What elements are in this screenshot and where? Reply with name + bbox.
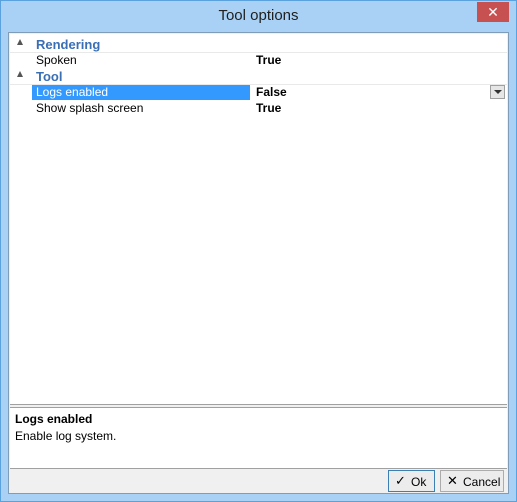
cancel-label: Cancel: [463, 475, 501, 489]
close-button[interactable]: ✕: [477, 2, 509, 22]
description-panel: Logs enabled Enable log system.: [10, 407, 507, 469]
checkmark-icon: ✓: [395, 473, 406, 488]
ok-label: Ok: [411, 475, 427, 489]
dropdown-button[interactable]: [490, 85, 505, 99]
description-text: Enable log system.: [15, 429, 117, 443]
category-label: Tool: [36, 69, 63, 84]
property-value[interactable]: True: [256, 101, 281, 115]
property-row-logs-enabled[interactable]: Logs enabled False: [10, 84, 507, 100]
tool-options-window: Tool options ✕ Rendering Spoken True Too…: [0, 0, 517, 502]
property-name: Show splash screen: [36, 101, 144, 115]
property-grid: Rendering Spoken True Tool Logs enabled …: [10, 34, 507, 405]
close-icon: ✕: [487, 4, 499, 20]
category-tool[interactable]: Tool: [10, 68, 507, 85]
window-title: Tool options: [218, 7, 299, 24]
property-value[interactable]: True: [256, 53, 281, 67]
cancel-icon: ✕: [447, 473, 458, 488]
dialog-body: Rendering Spoken True Tool Logs enabled …: [8, 32, 509, 494]
description-title: Logs enabled: [15, 412, 93, 426]
property-name: Spoken: [36, 53, 77, 67]
property-name: Logs enabled: [32, 85, 250, 100]
collapse-arrow-icon[interactable]: [17, 39, 23, 45]
property-value[interactable]: False: [256, 85, 287, 99]
category-label: Rendering: [36, 37, 101, 52]
property-row-spoken[interactable]: Spoken True: [10, 52, 507, 68]
property-row-show-splash-screen[interactable]: Show splash screen True: [10, 100, 507, 116]
title-bar[interactable]: Tool options ✕: [1, 1, 516, 32]
cancel-button[interactable]: ✕ Cancel: [440, 470, 504, 492]
category-rendering[interactable]: Rendering: [10, 36, 507, 53]
ok-button[interactable]: ✓ Ok: [388, 470, 435, 492]
collapse-arrow-icon[interactable]: [17, 71, 23, 77]
